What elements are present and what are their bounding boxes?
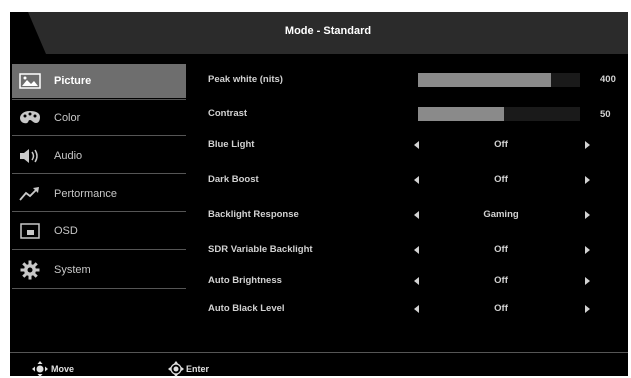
sdr-variable-backlight-label: SDR Variable Backlight [208, 244, 313, 255]
blue-light-value: Off [494, 139, 508, 150]
menu-item-system[interactable]: System [12, 253, 186, 287]
menu-divider [12, 211, 186, 212]
menu-item-osd[interactable]: OSD [12, 214, 186, 248]
peak-white-value: 400 [600, 74, 616, 85]
contrast-fill [418, 107, 504, 121]
joystick-enter-icon [168, 361, 184, 377]
sdr-variable-backlight-left-arrow-icon[interactable] [414, 246, 419, 254]
menu-divider [12, 288, 186, 289]
auto-black-level-left-arrow-icon[interactable] [414, 305, 419, 313]
performance-icon [18, 184, 42, 204]
peak-white-slider[interactable] [418, 73, 580, 87]
footer-divider [10, 352, 628, 353]
auto-brightness-left-arrow-icon[interactable] [414, 277, 419, 285]
backlight-response-right-arrow-icon[interactable] [585, 211, 590, 219]
menu-item-performance[interactable]: Pertormance [12, 177, 186, 211]
move-label: Move [51, 364, 75, 374]
auto-black-level-right-arrow-icon[interactable] [585, 305, 590, 313]
menu-divider [12, 99, 186, 100]
dark-boost-label: Dark Boost [208, 174, 259, 185]
blue-light-label: Blue Light [208, 139, 255, 150]
osd-icon [18, 221, 42, 241]
menu-label-performance: Pertormance [54, 188, 117, 200]
menu-divider [12, 135, 186, 136]
backlight-response-value: Gaming [483, 209, 519, 220]
menu-label-osd: OSD [54, 225, 78, 237]
blue-light-left-arrow-icon[interactable] [414, 141, 419, 149]
joystick-move-icon [32, 361, 48, 377]
sdr-variable-backlight-value: Off [494, 244, 508, 255]
footer-enter: Enter [168, 361, 209, 377]
mode-title: Mode - Standard [284, 25, 372, 37]
auto-black-level-value: Off [494, 303, 508, 314]
peak-white-fill [418, 73, 551, 87]
contrast-slider[interactable] [418, 107, 580, 121]
palette-icon [18, 108, 42, 128]
backlight-response-label: Backlight Response [208, 209, 299, 220]
backlight-response-left-arrow-icon[interactable] [414, 211, 419, 219]
menu-item-color[interactable]: Color [12, 101, 186, 135]
footer-move: Move [32, 361, 74, 377]
menu-divider [12, 249, 186, 250]
blue-light-right-arrow-icon[interactable] [585, 141, 590, 149]
peak-white-label: Peak white (nits) [208, 74, 283, 85]
dark-boost-left-arrow-icon[interactable] [414, 176, 419, 184]
menu-divider [12, 173, 186, 174]
menu-label-picture: Picture [54, 75, 92, 87]
menu-item-picture[interactable]: Picture [12, 64, 186, 98]
enter-label: Enter [186, 364, 210, 374]
menu-label-system: System [54, 264, 91, 276]
menu-label-audio: Audio [54, 150, 83, 162]
menu-label-color: Color [54, 112, 81, 124]
menu-item-audio[interactable]: Audio [12, 139, 186, 173]
speaker-icon [18, 146, 42, 166]
osd-panel: Mode - Standard Picture Color Audio Pert… [10, 12, 628, 377]
gear-icon [18, 260, 42, 280]
dark-boost-value: Off [494, 174, 508, 185]
sdr-variable-backlight-right-arrow-icon[interactable] [585, 246, 590, 254]
auto-brightness-right-arrow-icon[interactable] [585, 277, 590, 285]
picture-icon [18, 71, 42, 91]
dark-boost-right-arrow-icon[interactable] [585, 176, 590, 184]
contrast-label: Contrast [208, 108, 248, 119]
auto-black-level-label: Auto Black Level [208, 303, 285, 314]
contrast-value: 50 [600, 109, 611, 120]
auto-brightness-label: Auto Brightness [208, 275, 282, 286]
header-bar: Mode - Standard [28, 12, 628, 54]
auto-brightness-value: Off [494, 275, 508, 286]
